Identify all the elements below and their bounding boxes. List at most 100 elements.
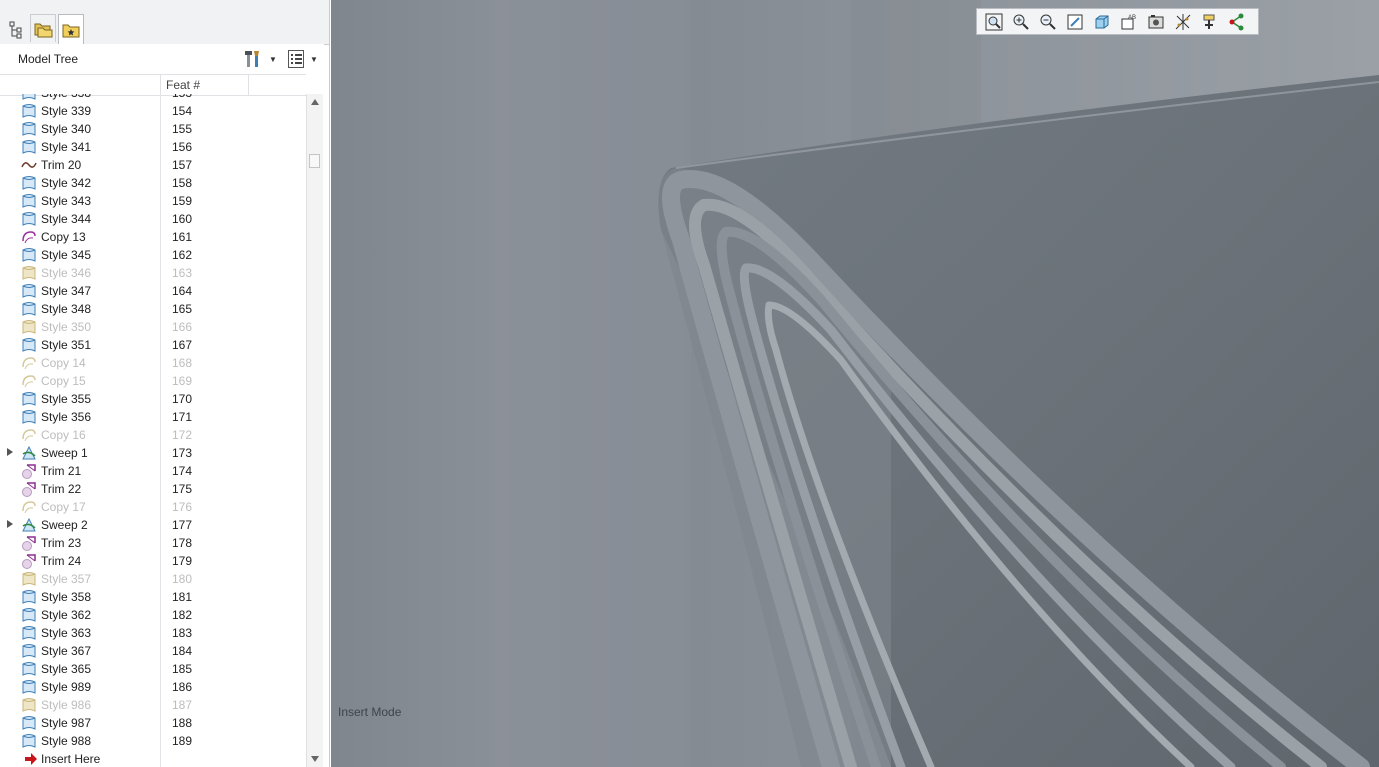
tree-row-feat-number: 157 xyxy=(172,158,193,172)
refit-button[interactable] xyxy=(983,11,1005,33)
tree-row[interactable]: Style 367 184 xyxy=(0,642,306,660)
tree-columns-button[interactable]: ▼ xyxy=(287,48,318,70)
tree-row[interactable]: Copy 15 169 xyxy=(0,372,306,390)
style-feature-icon xyxy=(21,319,37,335)
style-feature-icon xyxy=(21,679,37,695)
view-manager-icon xyxy=(1148,14,1164,28)
navigator-tabs xyxy=(0,0,329,45)
tree-row-feat-number: 158 xyxy=(172,176,193,190)
tree-row-feat-number: 171 xyxy=(172,410,193,424)
expand-arrow-icon[interactable] xyxy=(7,520,13,528)
tree-columns-icon xyxy=(288,50,304,68)
style-feature-icon xyxy=(21,265,37,281)
tree-row[interactable]: Copy 17 176 xyxy=(0,498,306,516)
graphics-window[interactable]: AB Insert Mode xyxy=(331,0,1379,767)
tree-row[interactable]: Style 363 183 xyxy=(0,624,306,642)
spin-center-button[interactable] xyxy=(1226,11,1248,33)
curve-feature-icon xyxy=(21,157,37,173)
style-feature-icon xyxy=(21,94,37,101)
expand-arrow-icon[interactable] xyxy=(7,448,13,456)
tree-row-feat-number: 179 xyxy=(172,554,193,568)
view-manager-button[interactable] xyxy=(1145,11,1167,33)
tree-row[interactable]: Style 358 181 xyxy=(0,588,306,606)
tab-model-tree[interactable] xyxy=(3,16,29,44)
copy-feature-icon xyxy=(21,499,37,515)
tree-row[interactable]: Style 346 163 xyxy=(0,264,306,282)
tree-row[interactable]: Sweep 1 173 xyxy=(0,444,306,462)
tree-row[interactable]: Style 357 180 xyxy=(0,570,306,588)
zoom-in-button[interactable] xyxy=(1010,11,1032,33)
tree-row[interactable]: Style 987 188 xyxy=(0,714,306,732)
tree-row[interactable]: Style 341 156 xyxy=(0,138,306,156)
copy-feature-icon xyxy=(21,373,37,389)
model-surface-view xyxy=(331,0,1379,767)
tree-row[interactable]: Style 339 154 xyxy=(0,102,306,120)
tree-row[interactable]: Trim 23 178 xyxy=(0,534,306,552)
tree-row[interactable]: Style 986 187 xyxy=(0,696,306,714)
insert-here-marker[interactable]: Insert Here xyxy=(0,750,306,767)
tree-row[interactable]: Sweep 2 177 xyxy=(0,516,306,534)
tab-folder-browser[interactable] xyxy=(30,14,56,42)
tree-row[interactable]: Style 356 171 xyxy=(0,408,306,426)
tree-row-feat-number: 168 xyxy=(172,356,193,370)
repaint-button[interactable] xyxy=(1064,11,1086,33)
column-divider xyxy=(248,75,249,95)
tree-row-feat-number: 153 xyxy=(172,94,192,100)
tab-favorites[interactable] xyxy=(58,14,84,44)
tree-row[interactable]: Trim 22 175 xyxy=(0,480,306,498)
tree-row-name: Style 362 xyxy=(41,608,92,622)
tree-row[interactable]: Copy 16 172 xyxy=(0,426,306,444)
tree-row-name: Style 988 xyxy=(41,734,92,748)
tree-row[interactable]: Style 351 167 xyxy=(0,336,306,354)
tree-row[interactable]: Style 350 166 xyxy=(0,318,306,336)
sweep-feature-icon xyxy=(21,445,37,461)
tree-row[interactable]: Style 362 182 xyxy=(0,606,306,624)
repaint-icon xyxy=(1067,14,1083,29)
datum-display-icon xyxy=(1175,13,1191,30)
column-header-feat[interactable]: Feat # xyxy=(166,78,200,92)
tree-row[interactable]: Style 355 170 xyxy=(0,390,306,408)
tree-row[interactable]: Copy 13 161 xyxy=(0,228,306,246)
scroll-up-icon[interactable] xyxy=(311,99,319,105)
annotation-display-button[interactable] xyxy=(1199,11,1221,33)
tree-row-name: Style 987 xyxy=(41,716,92,730)
tree-row[interactable]: Trim 21 174 xyxy=(0,462,306,480)
model-tree-list: Style 338153Style 339154Style 340155Styl… xyxy=(0,94,306,767)
datum-display-button[interactable] xyxy=(1172,11,1194,33)
scroll-thumb[interactable] xyxy=(309,154,320,168)
tree-row[interactable]: Style 340 155 xyxy=(0,120,306,138)
style-feature-icon xyxy=(21,391,37,407)
column-header-name[interactable] xyxy=(0,75,161,95)
tree-row[interactable]: Style 347 164 xyxy=(0,282,306,300)
style-feature-icon xyxy=(21,283,37,299)
tree-row[interactable]: Style 338 153 xyxy=(0,94,306,102)
tree-row-feat-number: 180 xyxy=(172,572,193,586)
tree-row[interactable]: Style 348 165 xyxy=(0,300,306,318)
tree-row[interactable]: Style 345 162 xyxy=(0,246,306,264)
tree-row[interactable]: Style 365 185 xyxy=(0,660,306,678)
tree-settings-button[interactable]: ▼ xyxy=(244,48,277,70)
tree-row-name: Copy 13 xyxy=(41,230,86,244)
tree-vertical-scrollbar[interactable] xyxy=(306,94,323,767)
scroll-down-icon[interactable] xyxy=(311,756,319,762)
saved-orientations-button[interactable]: AB xyxy=(1118,11,1140,33)
tree-row[interactable]: Style 342 158 xyxy=(0,174,306,192)
tree-row-name: Sweep 1 xyxy=(41,446,88,460)
mode-indicator: Insert Mode xyxy=(338,705,402,719)
tree-row-feat-number: 156 xyxy=(172,140,193,154)
tree-row[interactable]: Trim 24 179 xyxy=(0,552,306,570)
tree-row[interactable]: Style 344 160 xyxy=(0,210,306,228)
tree-row[interactable]: Style 989 186 xyxy=(0,678,306,696)
tree-row-name: Copy 16 xyxy=(41,428,86,442)
tree-row-name: Style 342 xyxy=(41,176,92,190)
tree-row-feat-number: 169 xyxy=(172,374,193,388)
display-style-button[interactable] xyxy=(1091,11,1113,33)
tree-row-feat-number: 162 xyxy=(172,248,193,262)
tree-row[interactable]: Copy 14 168 xyxy=(0,354,306,372)
tree-row[interactable]: Trim 20 157 xyxy=(0,156,306,174)
tree-row[interactable]: Style 343 159 xyxy=(0,192,306,210)
tree-row-name: Style 350 xyxy=(41,320,92,334)
tree-row[interactable]: Style 988 189 xyxy=(0,732,306,750)
zoom-out-button[interactable] xyxy=(1037,11,1059,33)
tree-row-feat-number: 172 xyxy=(172,428,193,442)
